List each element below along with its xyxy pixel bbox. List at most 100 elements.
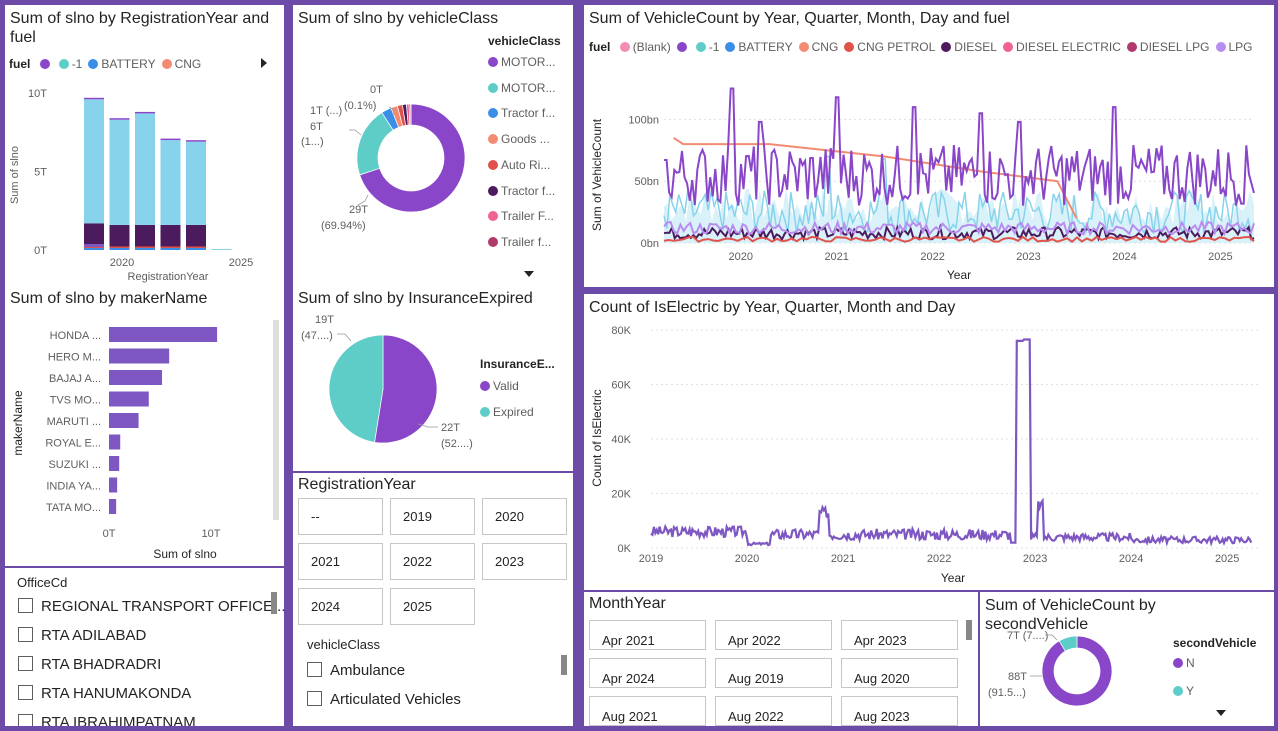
data-label: (69.94%) — [321, 220, 366, 232]
slicer-tile[interactable]: 2022 — [390, 543, 475, 580]
slicer-tile[interactable]: 2023 — [482, 543, 567, 580]
data-label: (91.5...) — [988, 687, 1026, 699]
x-tick-label: 2025 — [1215, 553, 1239, 565]
legend-item[interactable]: MOTOR... — [488, 55, 555, 69]
scrollbar[interactable] — [966, 620, 972, 640]
slicer-item[interactable]: Ambulance — [307, 662, 405, 679]
legend-item[interactable]: Tractor f... — [488, 106, 555, 120]
legend-item-label: MOTOR... — [501, 80, 556, 95]
legend-marker — [488, 185, 498, 196]
slicer-tile[interactable]: Aug 2023 — [841, 696, 958, 726]
legend-marker — [39, 59, 50, 69]
legend-item[interactable]: Expired — [480, 405, 534, 419]
slicer-tile[interactable]: Apr 2023 — [841, 620, 958, 650]
legend-item-label[interactable]: -1 — [709, 40, 720, 54]
legend-item-label[interactable]: (Blank) — [633, 40, 671, 54]
legend-item[interactable]: Trailer f... — [488, 235, 551, 249]
y-tick-label: ROYAL E... — [45, 438, 101, 450]
legend-item[interactable]: Y — [1173, 684, 1194, 698]
y-tick-label: HERO M... — [48, 352, 101, 364]
legend-item[interactable]: Goods ... — [488, 132, 550, 146]
slicer-tile[interactable]: 2021 — [298, 543, 383, 580]
slicer-tile[interactable]: Apr 2022 — [715, 620, 832, 650]
legend-item-label[interactable]: BATTERY — [738, 40, 792, 54]
legend-item-label[interactable]: CNG — [812, 40, 839, 54]
legend-item[interactable]: Valid — [480, 379, 519, 393]
data-label: 7T (7....) — [1007, 630, 1048, 642]
legend-item[interactable]: N — [1173, 656, 1195, 670]
legend-item-label[interactable]: -1 — [72, 57, 83, 71]
legend-item-label[interactable]: LPG — [1229, 40, 1253, 54]
slicer-item[interactable]: RTA BHADRADRI — [18, 656, 161, 673]
slicer-tile[interactable]: Aug 2021 — [589, 696, 706, 726]
legend-item[interactable]: Auto Ri... — [488, 158, 550, 172]
checkbox[interactable] — [18, 685, 33, 700]
slicer-tile[interactable]: Apr 2021 — [589, 620, 706, 650]
x-tick-label: 2025 — [229, 257, 253, 269]
y-axis-title: Sum of slno — [9, 146, 21, 204]
legend-item-label: Trailer f... — [501, 234, 552, 249]
slicer-tile[interactable]: 2020 — [482, 498, 567, 535]
legend-next-arrow-icon[interactable] — [261, 58, 267, 68]
y-tick-label: 20K — [611, 489, 631, 501]
bar-segment — [135, 113, 155, 225]
legend-item[interactable]: Tractor f... — [488, 184, 555, 198]
checkbox[interactable] — [18, 656, 33, 671]
checkbox[interactable] — [307, 662, 322, 677]
slicer-header: MonthYear — [589, 595, 666, 612]
slicer-tile[interactable]: 2019 — [390, 498, 475, 535]
scrollbar[interactable] — [273, 320, 279, 520]
checkbox[interactable] — [18, 627, 33, 642]
scrollbar[interactable] — [561, 655, 567, 675]
slicer-tile[interactable]: Aug 2020 — [841, 658, 958, 688]
slicer-header: vehicleClass — [307, 637, 380, 652]
legend-item-label[interactable]: DIESEL — [954, 40, 997, 54]
bar-segment — [160, 140, 181, 225]
legend-item-label[interactable]: BATTERY — [101, 57, 155, 71]
legend-item-label: Goods ... — [501, 132, 550, 147]
legend-item-label[interactable]: DIESEL ELECTRIC — [1016, 40, 1121, 54]
checkbox[interactable] — [18, 714, 33, 726]
legend-marker — [725, 42, 736, 52]
slicer-item[interactable]: Articulated Vehicles — [307, 691, 461, 708]
legend-marker — [676, 42, 687, 52]
slicer-tile[interactable]: -- — [298, 498, 383, 535]
slicer-item[interactable]: RTA HANUMAKONDA — [18, 685, 191, 702]
bar-segment — [160, 138, 181, 141]
slicer-tile[interactable]: 2025 — [390, 588, 475, 625]
panel-vehiclecount-by-secondvehicle: Sum of VehicleCount by secondVehicle 7T … — [980, 592, 1274, 726]
checkbox[interactable] — [18, 598, 33, 613]
chart-title: Sum of slno by InsuranceExpired — [298, 290, 533, 307]
slicer-tile[interactable]: Apr 2024 — [589, 658, 706, 688]
slicer-item[interactable]: RTA IBRAHIMPATNAM — [18, 714, 196, 726]
y-axis-title: Count of IsElectric — [590, 389, 604, 486]
legend-item[interactable]: Trailer F... — [488, 209, 554, 223]
slicer-item-label: Articulated Vehicles — [330, 691, 461, 708]
y-tick-label: 0bn — [641, 238, 659, 250]
scrollbar[interactable] — [271, 592, 277, 614]
legend-item-label[interactable]: DIESEL LPG — [1140, 40, 1210, 54]
slicer-item-label: RTA HANUMAKONDA — [41, 685, 192, 702]
x-tick-label: 2020 — [735, 553, 759, 565]
slicer-item[interactable]: RTA ADILABAD — [18, 627, 146, 644]
slicer-item[interactable]: REGIONAL TRANSPORT OFFICE... — [18, 598, 284, 615]
data-label: (47....) — [301, 330, 333, 342]
checkbox[interactable] — [307, 691, 322, 706]
x-tick-label: 2020 — [110, 257, 134, 269]
y-tick-label: MARUTI ... — [47, 416, 101, 428]
legend-scroll-down-icon[interactable] — [1216, 710, 1226, 716]
legend-item[interactable]: MOTOR... — [488, 81, 555, 95]
legend-item-label[interactable]: CNG PETROL — [857, 40, 935, 54]
y-tick-label: TATA MO... — [46, 502, 101, 514]
slicer-tile[interactable]: Aug 2022 — [715, 696, 832, 726]
bar-segment — [84, 244, 104, 247]
slicer-tile[interactable]: 2024 — [298, 588, 383, 625]
x-tick-label: 2023 — [1023, 553, 1047, 565]
legend-item-label[interactable]: CNG — [175, 57, 202, 71]
legend-marker — [488, 82, 498, 93]
legend-scroll-down-icon[interactable] — [524, 271, 534, 277]
x-tick-label: 2021 — [824, 251, 848, 263]
chart-title: Sum of slno by RegistrationYear and fuel — [10, 10, 270, 46]
bar-segment — [109, 119, 130, 225]
slicer-tile[interactable]: Aug 2019 — [715, 658, 832, 688]
